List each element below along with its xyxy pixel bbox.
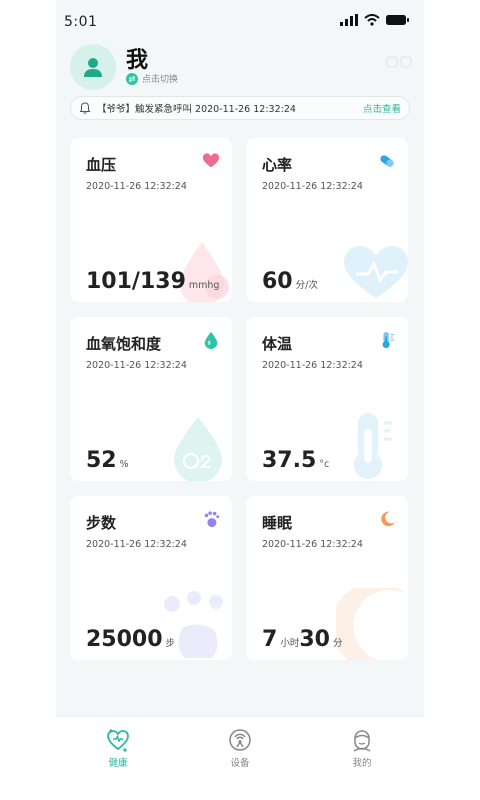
blood-pressure-value: 101/139: [86, 269, 186, 294]
moon-icon: [381, 511, 396, 527]
card-blood-oxygen[interactable]: 血氧饱和度 2020-11-26 12:32:24 52 %: [70, 317, 232, 481]
heart-watermark-icon: [344, 246, 408, 298]
card-time: 2020-11-26 12:32:24: [262, 181, 363, 192]
signal-icon: [340, 14, 358, 26]
status-bar: 5:01: [56, 0, 424, 40]
card-time: 2020-11-26 12:32:24: [86, 181, 187, 192]
heart-icon: [202, 153, 220, 168]
tab-label: 设备: [230, 758, 250, 769]
card-title: 睡眠: [262, 514, 293, 532]
card-title: 血氧饱和度: [86, 335, 162, 353]
card-value: 52 %: [86, 448, 131, 473]
oxygen-drop-watermark-icon: [174, 417, 222, 481]
user-name: 我: [126, 48, 149, 73]
tab-device[interactable]: 设备: [210, 727, 270, 769]
bottom-tab-bar: 健康 设备 我的: [56, 716, 424, 800]
temperature-value: 37.5: [262, 448, 317, 473]
alert-message: 【爷爷】触发紧急呼叫 2020-11-26 12:32:24: [97, 104, 296, 115]
scan-icon[interactable]: [386, 54, 412, 73]
switch-label: 点击切换: [142, 75, 179, 85]
card-title: 血压: [86, 156, 117, 174]
sleep-hours-value: 7: [262, 627, 278, 652]
blood-pressure-unit: mmhg: [188, 280, 220, 291]
health-icon: [107, 729, 129, 752]
temperature-unit: °c: [319, 459, 330, 470]
pill-icon: [380, 155, 394, 167]
card-sleep[interactable]: 睡眠 2020-11-26 12:32:24 7 小时 30 分: [246, 496, 408, 660]
card-title: 步数: [86, 514, 117, 532]
wifi-icon: [364, 14, 380, 26]
card-time: 2020-11-26 12:32:24: [262, 539, 363, 550]
blood-oxygen-value: 52: [86, 448, 117, 473]
card-title: 体温: [262, 335, 293, 353]
switch-icon: [126, 72, 138, 85]
steps-value: 25000: [86, 627, 163, 652]
tab-health[interactable]: 健康: [88, 727, 148, 769]
switch-user-button[interactable]: 点击切换: [126, 72, 178, 85]
status-time: 5:01: [64, 14, 98, 30]
battery-icon: [386, 15, 409, 25]
card-value: 25000 步: [86, 627, 177, 652]
profile-icon: [353, 730, 371, 752]
card-heart-rate[interactable]: 心率 2020-11-26 12:32:24 60 分/次: [246, 138, 408, 302]
heart-rate-unit: 分/次: [295, 280, 318, 291]
card-value: 37.5 °c: [262, 448, 331, 473]
tab-label: 健康: [108, 758, 128, 769]
card-blood-pressure[interactable]: 血压 2020-11-26 12:32:24 101/139 mmhg: [70, 138, 232, 302]
bell-icon: [79, 102, 91, 114]
tab-profile[interactable]: 我的: [332, 727, 392, 769]
card-time: 2020-11-26 12:32:24: [262, 360, 363, 371]
footprint-icon: [204, 511, 220, 528]
card-temperature[interactable]: 体温 2020-11-26 12:32:24 37.5 °c: [246, 317, 408, 481]
sleep-minutes-unit: 分: [332, 638, 343, 649]
card-steps[interactable]: 步数 2020-11-26 12:32:24 25000 步: [70, 496, 232, 660]
card-value: 101/139 mmhg: [86, 269, 221, 294]
blood-oxygen-unit: %: [119, 459, 129, 470]
user-icon: [84, 58, 102, 77]
thermometer-icon: [382, 331, 395, 349]
thermometer-watermark-icon: [354, 413, 392, 479]
moon-watermark-icon: [336, 588, 406, 660]
card-title: 心率: [262, 156, 293, 174]
heart-rate-value: 60: [262, 269, 293, 294]
steps-unit: 步: [165, 638, 176, 649]
sleep-minutes-value: 30: [299, 627, 330, 652]
avatar[interactable]: [70, 44, 116, 90]
card-value: 60 分/次: [262, 269, 320, 294]
device-icon: [229, 729, 251, 751]
emergency-alert-bar: 【爷爷】触发紧急呼叫 2020-11-26 12:32:24 点击查看: [70, 96, 410, 120]
view-alert-link[interactable]: 点击查看: [363, 101, 401, 115]
user-header: 我 点击切换: [56, 40, 424, 92]
card-value: 7 小时 30 分: [262, 627, 344, 652]
card-time: 2020-11-26 12:32:24: [86, 360, 187, 371]
card-time: 2020-11-26 12:32:24: [86, 539, 187, 550]
app-screen: 5:01 我 点击切换 【爷爷】触发紧急呼叫 2020-11-26 12:32:…: [56, 0, 424, 800]
tab-label: 我的: [352, 758, 372, 769]
status-icons: [340, 14, 410, 26]
drop-icon: [204, 331, 218, 349]
sleep-hours-unit: 小时: [280, 638, 300, 649]
